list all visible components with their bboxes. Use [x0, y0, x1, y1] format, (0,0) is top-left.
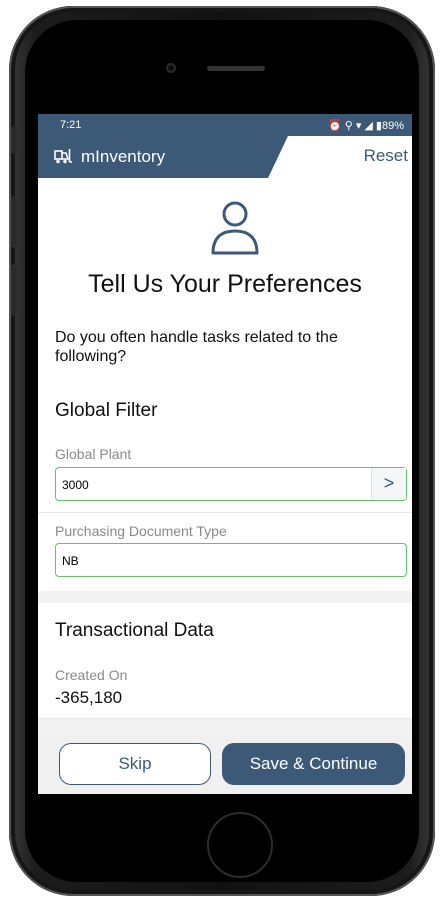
purchasing-doc-type-label: Purchasing Document Type — [55, 523, 227, 539]
global-filter-heading: Global Filter — [55, 400, 158, 421]
page-title: Tell Us Your Preferences — [88, 270, 362, 298]
app-screen: 7:21 ⏰ ⚲ ▾ ◢ ▮89% mInventory Reset Tell … — [38, 114, 412, 794]
preferences-question: Do you often handle tasks related to the… — [55, 329, 338, 365]
chevron-right-icon[interactable]: > — [371, 468, 406, 499]
status-bar: 7:21 ⏰ ⚲ ▾ ◢ ▮89% — [38, 114, 412, 136]
save-continue-button[interactable]: Save & Continue — [222, 743, 405, 785]
section-separator — [38, 591, 412, 603]
global-plant-label: Global Plant — [55, 446, 132, 462]
status-icons: ⏰ ⚲ ▾ ◢ ▮89% — [328, 119, 404, 132]
skip-button[interactable]: Skip — [59, 743, 211, 785]
earpiece-speaker — [207, 66, 265, 71]
app-header: mInventory Reset — [38, 136, 412, 178]
reset-button[interactable]: Reset — [364, 146, 408, 166]
purchasing-doc-type-value: NB — [62, 554, 79, 568]
volume-down-button — [11, 264, 17, 316]
global-plant-value: 3000 — [62, 478, 89, 492]
transactional-data-heading: Transactional Data — [55, 620, 214, 641]
global-plant-field[interactable]: 3000 > — [55, 467, 407, 501]
forklift-icon — [54, 148, 72, 164]
app-title: mInventory — [81, 147, 166, 166]
battery-percent: 89% — [381, 120, 404, 132]
front-camera — [166, 63, 176, 73]
section-separator — [38, 719, 412, 736]
brand-banner: mInventory — [38, 136, 288, 178]
divider — [38, 512, 412, 513]
preferences-form: Tell Us Your Preferences Do you often ha… — [38, 178, 412, 736]
created-on-label: Created On — [55, 667, 128, 683]
footer-actions: Skip Save & Continue — [38, 736, 412, 794]
person-icon — [208, 198, 262, 256]
status-indicator-icons: ⏰ ⚲ ▾ ◢ ▮ — [327, 120, 382, 132]
created-on-value[interactable]: -365,180 — [55, 688, 122, 708]
status-time: 7:21 — [60, 119, 82, 131]
home-button[interactable] — [207, 812, 273, 878]
mute-switch — [11, 126, 17, 154]
purchasing-doc-type-field[interactable]: NB — [55, 543, 407, 577]
volume-up-button — [11, 196, 17, 248]
